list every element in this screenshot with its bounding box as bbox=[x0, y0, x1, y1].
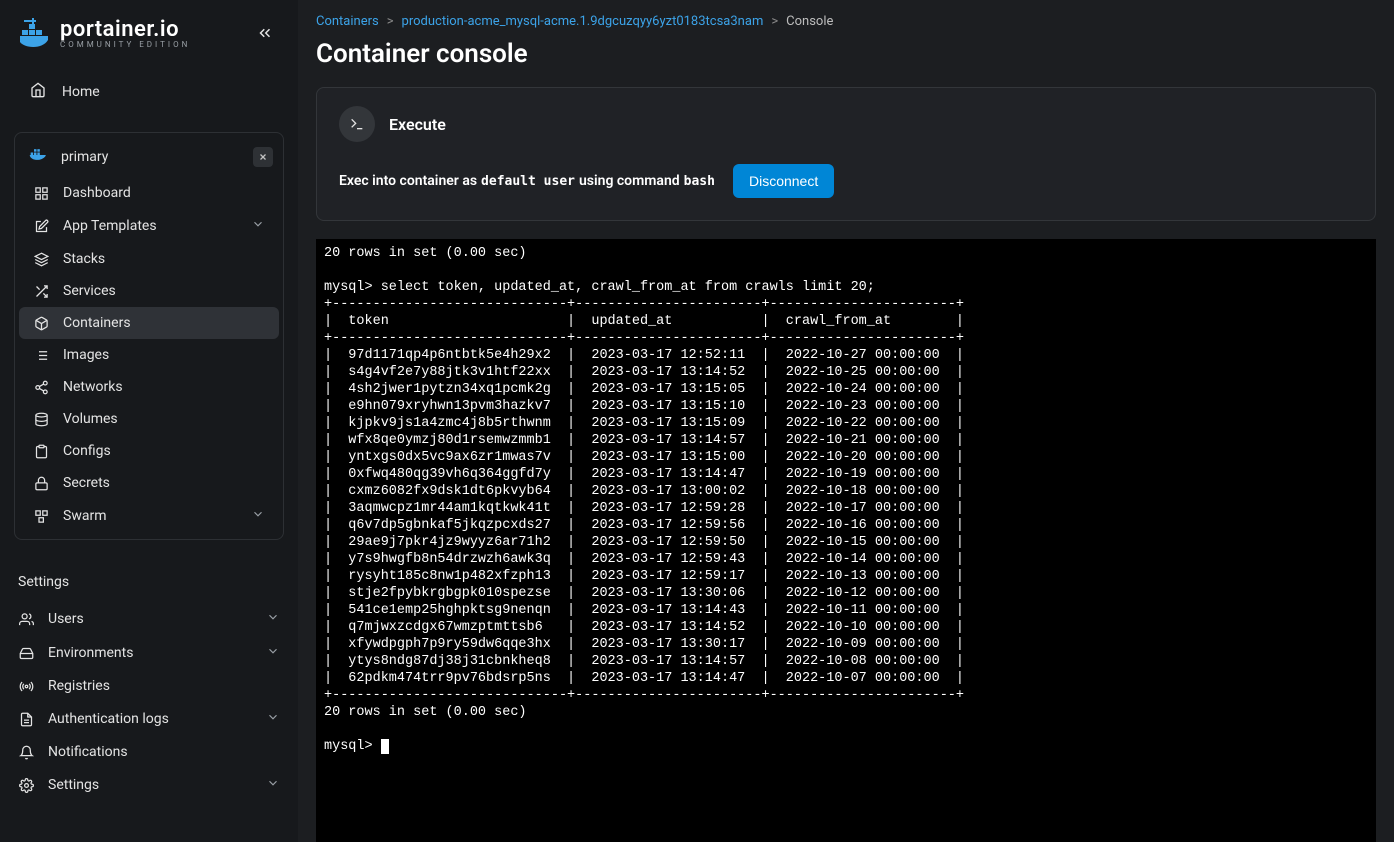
sidebar-item-services[interactable]: Services bbox=[19, 275, 279, 307]
settings-section: Settings Users Environments Registries Auth… bbox=[0, 564, 298, 802]
environment-section: primary Dashboard App Templates Stacks Serv… bbox=[14, 132, 284, 540]
environment-close-button[interactable] bbox=[253, 147, 273, 167]
terminal-cursor bbox=[381, 739, 389, 754]
sidebar-item-images[interactable]: Images bbox=[19, 339, 279, 371]
close-icon bbox=[258, 152, 268, 162]
grid-icon bbox=[33, 186, 49, 201]
sidebar-item-label: Networks bbox=[63, 379, 123, 395]
layers-icon bbox=[33, 252, 49, 267]
breadcrumb-current: Console bbox=[786, 14, 833, 29]
sidebar-item-stacks[interactable]: Stacks bbox=[19, 243, 279, 275]
sidebar-item-label: Services bbox=[63, 283, 116, 299]
breadcrumb: Containers > production-acme_mysql-acme.… bbox=[298, 0, 1394, 33]
breadcrumb-container-name[interactable]: production-acme_mysql-acme.1.9dgcuzqyy6y… bbox=[402, 14, 764, 29]
gear-icon bbox=[18, 778, 34, 793]
chevron-down-icon bbox=[266, 776, 280, 794]
environment-header: primary bbox=[15, 137, 283, 177]
settings-item-authentication-logs[interactable]: Authentication logs bbox=[14, 702, 284, 736]
users-icon bbox=[18, 612, 34, 627]
settings-item-label: Notifications bbox=[48, 744, 128, 760]
breadcrumb-sep: > bbox=[771, 14, 778, 29]
clipboard-icon bbox=[33, 444, 49, 459]
sidebar-item-label: Configs bbox=[63, 443, 111, 459]
sidebar-item-label: Containers bbox=[63, 315, 131, 331]
sidebar-item-label: Dashboard bbox=[63, 185, 131, 201]
list-icon bbox=[33, 348, 49, 363]
brand-edition: COMMUNITY EDITION bbox=[60, 40, 190, 49]
logo[interactable]: portainer.io COMMUNITY EDITION bbox=[18, 16, 190, 50]
sidebar-item-label: Volumes bbox=[63, 411, 118, 427]
lock-icon bbox=[33, 476, 49, 491]
shuffle-icon bbox=[33, 284, 49, 299]
box-icon bbox=[33, 316, 49, 331]
exec-text-1: Exec into container as bbox=[339, 173, 477, 189]
environment-name: primary bbox=[61, 149, 108, 165]
logo-row: portainer.io COMMUNITY EDITION bbox=[0, 0, 298, 60]
settings-item-label: Users bbox=[48, 611, 84, 627]
hdd-icon bbox=[18, 646, 34, 661]
settings-item-notifications[interactable]: Notifications bbox=[14, 736, 284, 768]
disconnect-button[interactable]: Disconnect bbox=[733, 164, 834, 198]
docker-icon bbox=[29, 147, 49, 167]
sidebar-item-label: Swarm bbox=[63, 508, 106, 524]
sidebar-item-dashboard[interactable]: Dashboard bbox=[19, 177, 279, 209]
settings-item-label: Authentication logs bbox=[48, 711, 169, 727]
chevrons-left-icon bbox=[256, 24, 274, 42]
settings-item-label: Environments bbox=[48, 645, 133, 661]
sidebar-item-swarm[interactable]: Swarm bbox=[19, 499, 279, 533]
main-content: Containers > production-acme_mysql-acme.… bbox=[298, 0, 1394, 842]
home-icon bbox=[30, 82, 46, 102]
brand-name: portainer.io bbox=[60, 17, 190, 42]
home-link[interactable]: Home bbox=[0, 72, 298, 112]
home-label: Home bbox=[62, 84, 100, 100]
sidebar-item-label: App Templates bbox=[63, 218, 157, 234]
terminal-icon bbox=[339, 106, 375, 142]
settings-item-registries[interactable]: Registries bbox=[14, 670, 284, 702]
execute-card: Execute Exec into container as default u… bbox=[316, 87, 1376, 221]
swarm-icon bbox=[33, 509, 49, 524]
edit-icon bbox=[33, 219, 49, 234]
database-icon bbox=[33, 412, 49, 427]
sidebar-item-secrets[interactable]: Secrets bbox=[19, 467, 279, 499]
radio-icon bbox=[18, 679, 34, 694]
settings-item-label: Registries bbox=[48, 678, 110, 694]
execute-title: Execute bbox=[389, 115, 446, 134]
chevron-down-icon bbox=[251, 217, 265, 235]
breadcrumb-containers[interactable]: Containers bbox=[316, 14, 379, 29]
settings-item-label: Settings bbox=[48, 777, 99, 793]
exec-user: default user bbox=[481, 174, 575, 189]
settings-item-environments[interactable]: Environments bbox=[14, 636, 284, 670]
chevron-down-icon bbox=[266, 610, 280, 628]
exec-command: bash bbox=[684, 174, 715, 189]
portainer-logo-icon bbox=[18, 16, 52, 50]
sidebar-item-networks[interactable]: Networks bbox=[19, 371, 279, 403]
sidebar-item-configs[interactable]: Configs bbox=[19, 435, 279, 467]
settings-item-settings[interactable]: Settings bbox=[14, 768, 284, 802]
chevron-down-icon bbox=[266, 644, 280, 662]
bell-icon bbox=[18, 745, 34, 760]
sidebar-item-label: Images bbox=[63, 347, 109, 363]
file-icon bbox=[18, 712, 34, 727]
exec-text-2: using command bbox=[579, 173, 680, 189]
settings-item-users[interactable]: Users bbox=[14, 602, 284, 636]
collapse-sidebar-button[interactable] bbox=[250, 18, 280, 48]
share-icon bbox=[33, 380, 49, 395]
sidebar-item-volumes[interactable]: Volumes bbox=[19, 403, 279, 435]
page-title: Container console bbox=[298, 33, 1394, 87]
sidebar-item-label: Stacks bbox=[63, 251, 105, 267]
sidebar: portainer.io COMMUNITY EDITION Home prim… bbox=[0, 0, 298, 842]
breadcrumb-sep: > bbox=[387, 14, 394, 29]
terminal-output[interactable]: 20 rows in set (0.00 sec) mysql> select … bbox=[316, 239, 1376, 842]
sidebar-item-label: Secrets bbox=[63, 475, 110, 491]
settings-header: Settings bbox=[14, 564, 284, 602]
sidebar-item-containers[interactable]: Containers bbox=[19, 307, 279, 339]
chevron-down-icon bbox=[251, 507, 265, 525]
sidebar-item-app-templates[interactable]: App Templates bbox=[19, 209, 279, 243]
chevron-down-icon bbox=[266, 710, 280, 728]
